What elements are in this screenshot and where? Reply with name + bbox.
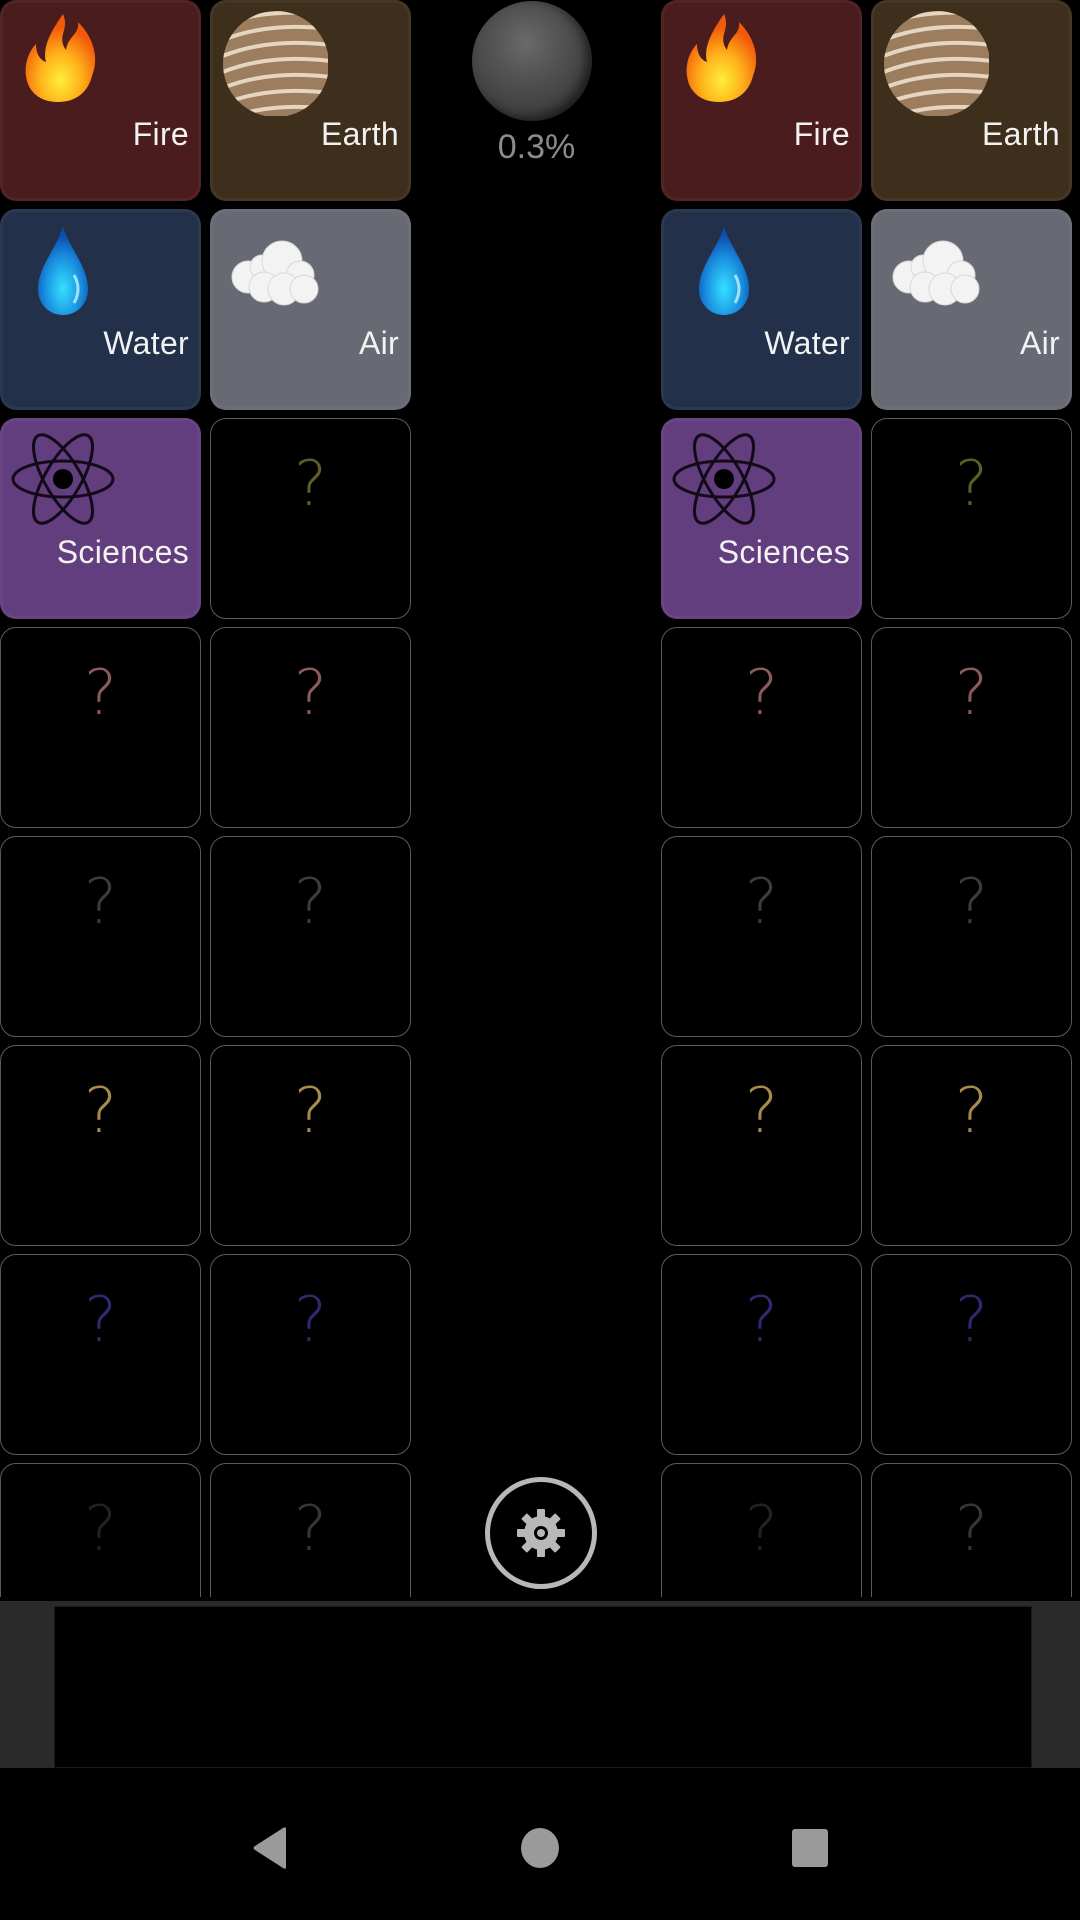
locked-element-tile[interactable]: ? — [0, 1045, 201, 1246]
question-mark-icon: ? — [955, 1492, 988, 1565]
question-mark-icon: ? — [294, 1492, 327, 1565]
locked-element-tile[interactable]: ? — [661, 1254, 862, 1455]
question-mark-icon: ? — [294, 1283, 327, 1356]
locked-element-tile[interactable]: ? — [210, 1254, 411, 1455]
element-label: Earth — [982, 116, 1060, 152]
question-mark-icon: ? — [84, 1283, 117, 1356]
locked-element-tile[interactable]: ? — [871, 1254, 1072, 1455]
element-label: Air — [1019, 325, 1060, 361]
back-button[interactable] — [230, 1808, 310, 1888]
question-mark-icon: ? — [294, 447, 327, 520]
locked-element-tile[interactable]: ? — [210, 627, 411, 828]
element-label: Fire — [793, 116, 850, 152]
element-label: Water — [103, 325, 189, 361]
recents-button[interactable] — [770, 1808, 850, 1888]
element-tile-earth[interactable]: Earth — [210, 0, 411, 201]
system-navigation-bar — [0, 1768, 1080, 1920]
planet-icon — [472, 1, 592, 121]
element-tile-air[interactable]: Air — [210, 209, 411, 410]
question-mark-icon: ? — [745, 865, 778, 938]
cloud-icon — [879, 215, 989, 325]
element-tile-sciences[interactable]: Sciences — [661, 418, 862, 619]
question-mark-icon: ? — [955, 1283, 988, 1356]
recents-square-icon — [792, 1829, 828, 1867]
settings-button[interactable] — [485, 1477, 597, 1589]
locked-element-tile[interactable]: ? — [661, 627, 862, 828]
question-mark-icon: ? — [745, 1074, 778, 1147]
game-board: Fire Earth Water Air Sciences???????? ? … — [0, 0, 1080, 1597]
element-label: Air — [358, 325, 399, 361]
question-mark-icon: ? — [294, 656, 327, 729]
locked-element-tile[interactable]: ? — [871, 418, 1072, 619]
question-mark-icon: ? — [84, 1492, 117, 1565]
locked-element-tile[interactable]: ? — [661, 836, 862, 1037]
element-label: Sciences — [56, 534, 189, 570]
locked-element-tile[interactable]: ? — [0, 1463, 201, 1597]
question-mark-icon: ? — [294, 865, 327, 938]
element-tile-fire[interactable]: Fire — [661, 0, 862, 201]
question-mark-icon: ? — [955, 865, 988, 938]
locked-element-tile[interactable]: ? — [661, 1463, 862, 1597]
element-tile-earth[interactable]: Earth — [871, 0, 1072, 201]
question-mark-icon: ? — [745, 1283, 778, 1356]
locked-element-tile[interactable]: ? — [0, 836, 201, 1037]
ad-banner[interactable] — [54, 1606, 1032, 1768]
question-mark-icon: ? — [955, 1074, 988, 1147]
atom-icon — [8, 424, 118, 534]
progress-percentage: 0.3% — [497, 128, 576, 166]
question-mark-icon: ? — [294, 1074, 327, 1147]
center-panel: 0.3% — [412, 0, 661, 1597]
locked-element-tile[interactable]: ? — [210, 836, 411, 1037]
element-label: Fire — [132, 116, 189, 152]
question-mark-icon: ? — [955, 447, 988, 520]
element-label: Sciences — [717, 534, 850, 570]
locked-element-tile[interactable]: ? — [871, 836, 1072, 1037]
water-drop-icon — [669, 215, 779, 325]
fire-icon — [8, 6, 118, 116]
ad-banner-area — [0, 1601, 1080, 1768]
question-mark-icon: ? — [84, 865, 117, 938]
element-tile-sciences[interactable]: Sciences — [0, 418, 201, 619]
locked-element-tile[interactable]: ? — [210, 418, 411, 619]
question-mark-icon: ? — [84, 656, 117, 729]
locked-element-tile[interactable]: ? — [210, 1463, 411, 1597]
element-tile-air[interactable]: Air — [871, 209, 1072, 410]
locked-element-tile[interactable]: ? — [0, 627, 201, 828]
locked-element-tile[interactable]: ? — [210, 1045, 411, 1246]
element-tile-fire[interactable]: Fire — [0, 0, 201, 201]
locked-element-tile[interactable]: ? — [871, 1463, 1072, 1597]
fire-icon — [669, 6, 779, 116]
locked-element-tile[interactable]: ? — [871, 627, 1072, 828]
atom-icon — [669, 424, 779, 534]
locked-element-tile[interactable]: ? — [871, 1045, 1072, 1246]
element-tile-water[interactable]: Water — [661, 209, 862, 410]
element-label: Water — [764, 325, 850, 361]
locked-element-tile[interactable]: ? — [661, 1045, 862, 1246]
earth-icon — [218, 6, 329, 117]
question-mark-icon: ? — [84, 1074, 117, 1147]
earth-icon — [879, 6, 990, 117]
home-button[interactable] — [500, 1808, 580, 1888]
question-mark-icon: ? — [745, 1492, 778, 1565]
back-triangle-icon — [253, 1827, 286, 1869]
question-mark-icon: ? — [745, 656, 778, 729]
gear-icon — [517, 1509, 565, 1557]
water-drop-icon — [8, 215, 118, 325]
element-label: Earth — [321, 116, 399, 152]
cloud-icon — [218, 215, 328, 325]
home-circle-icon — [521, 1828, 559, 1868]
element-tile-water[interactable]: Water — [0, 209, 201, 410]
locked-element-tile[interactable]: ? — [0, 1254, 201, 1455]
question-mark-icon: ? — [955, 656, 988, 729]
